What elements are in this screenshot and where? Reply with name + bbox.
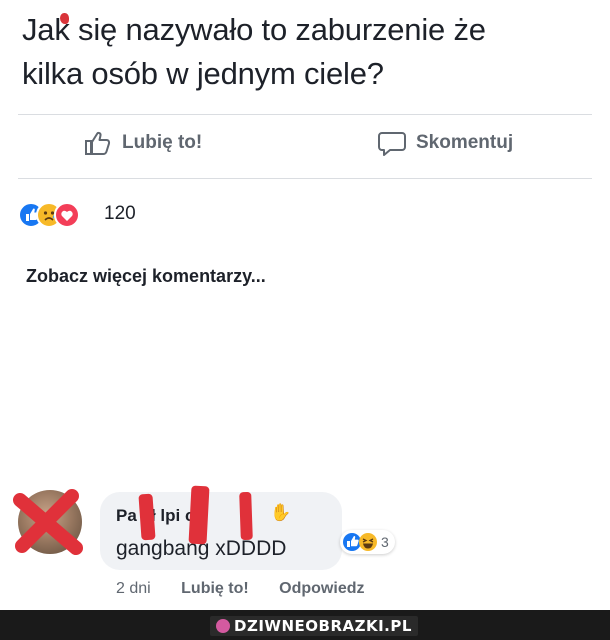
like-button[interactable]: Lubię to! bbox=[84, 130, 202, 156]
divider-bottom bbox=[18, 178, 592, 179]
haha-icon bbox=[359, 533, 377, 551]
comment-reactions[interactable]: 3 bbox=[340, 530, 395, 554]
post-text-line-1: Jak się nazywało to zaburzenie że bbox=[22, 12, 486, 47]
red-x-redaction bbox=[13, 489, 83, 555]
comment-author[interactable]: Pa eł lpi c bbox=[116, 506, 194, 526]
red-redaction-mark bbox=[60, 13, 69, 24]
comment-button[interactable]: Skomentuj bbox=[378, 130, 513, 156]
red-redaction-mark bbox=[239, 491, 253, 541]
watermark-logo-icon bbox=[216, 619, 230, 633]
watermark: DZIWNEOBRAZKI.PL bbox=[210, 616, 418, 636]
waving-hand-icon: ✋ bbox=[270, 503, 292, 522]
reaction-count: 120 bbox=[104, 203, 136, 224]
divider-top bbox=[18, 114, 592, 115]
view-more-comments-link[interactable]: Zobacz więcej komentarzy... bbox=[26, 266, 266, 287]
post-text-line-2: kilka osób w jednym ciele? bbox=[22, 56, 384, 91]
comment-meta: 2 dni Lubię to! Odpowiedz bbox=[116, 580, 390, 598]
thumbs-up-icon bbox=[84, 130, 112, 156]
comment-reply-link[interactable]: Odpowiedz bbox=[279, 580, 364, 597]
post-actions: Lubię to! Skomentuj bbox=[0, 130, 610, 166]
comment-like-link[interactable]: Lubię to! bbox=[181, 580, 249, 597]
reaction-icons bbox=[18, 202, 98, 228]
comment-reaction-count: 3 bbox=[381, 534, 389, 550]
reactions-summary[interactable]: 120 bbox=[18, 202, 136, 228]
speech-bubble-icon bbox=[378, 130, 406, 156]
post-text: Jak się nazywało to zaburzenie że kilka … bbox=[22, 8, 592, 96]
comment-label: Skomentuj bbox=[416, 132, 514, 153]
love-icon bbox=[54, 202, 80, 228]
watermark-text: DZIWNEOBRAZKI.PL bbox=[234, 617, 412, 635]
red-redaction-mark bbox=[188, 485, 210, 545]
comment-time: 2 dni bbox=[116, 580, 151, 597]
like-label: Lubię to! bbox=[122, 132, 203, 153]
